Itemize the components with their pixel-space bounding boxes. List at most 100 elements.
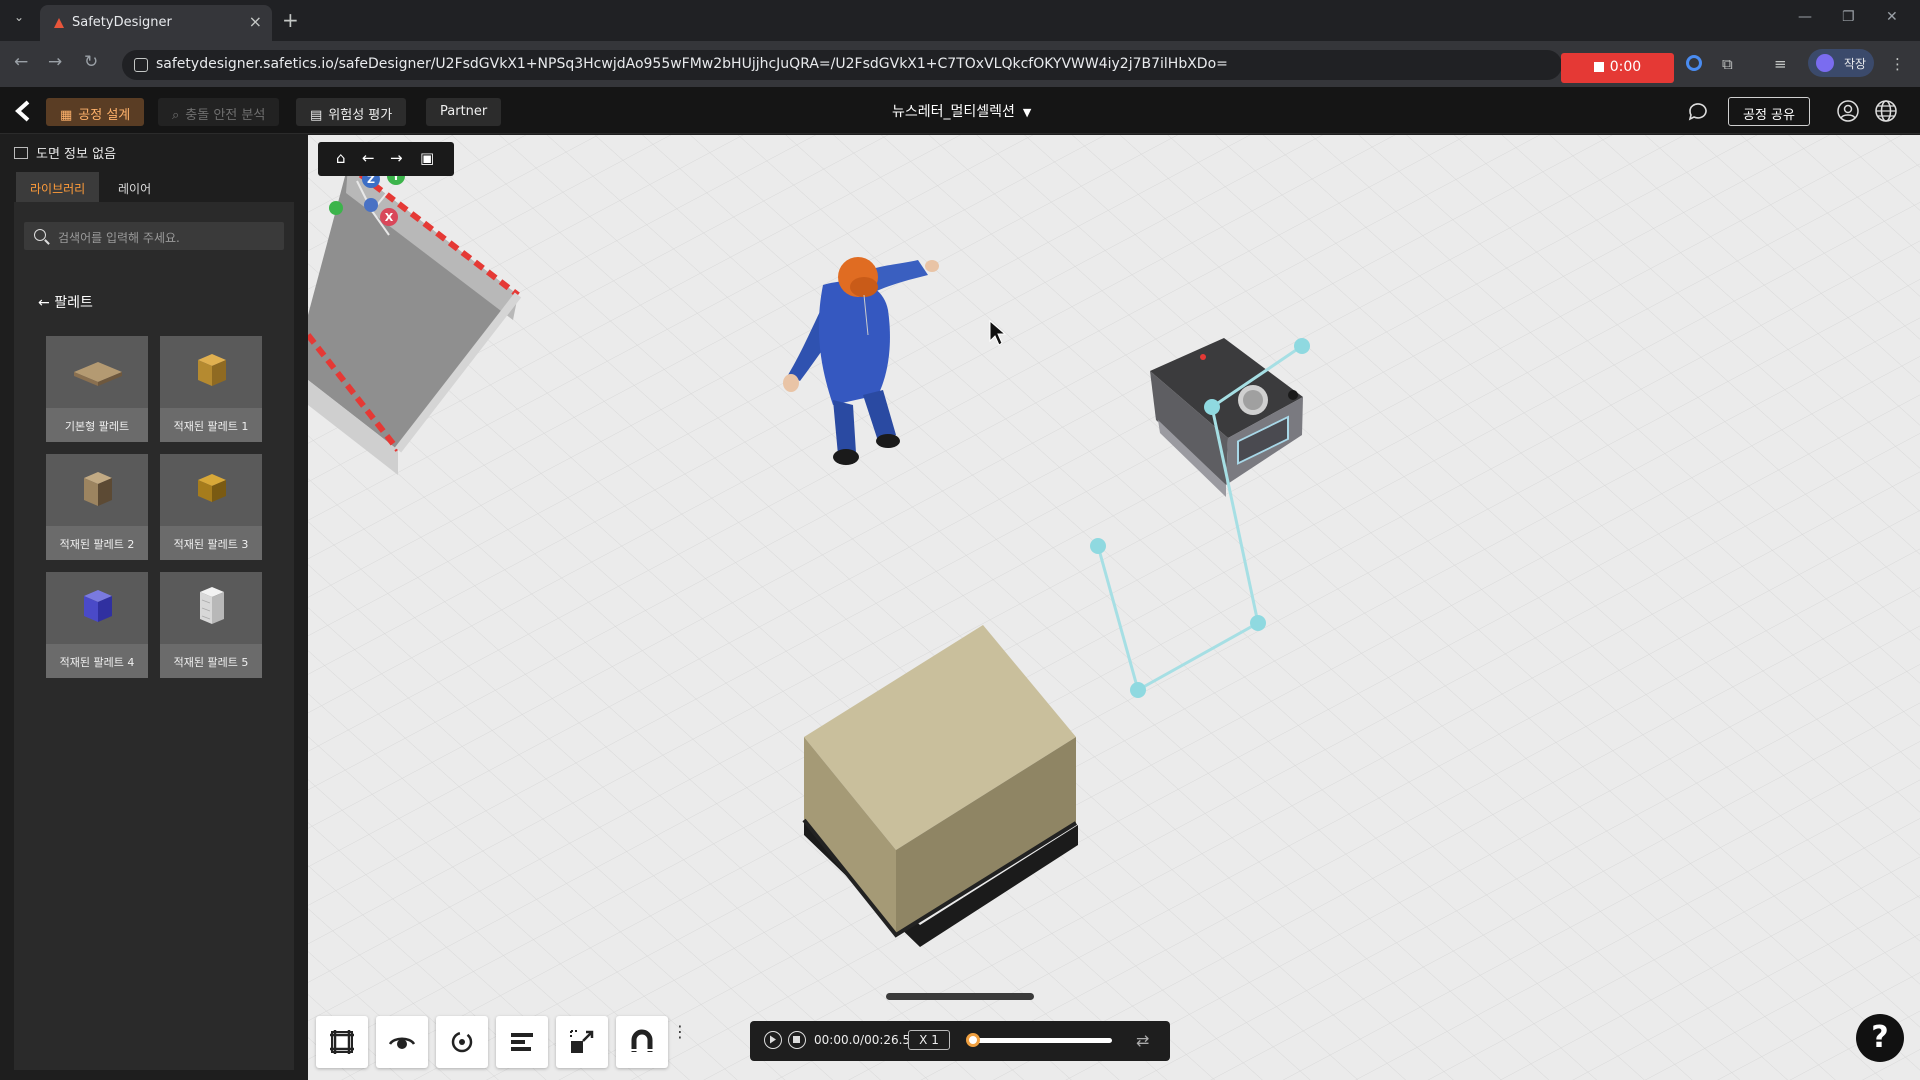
library-item-loaded-pallet-3[interactable]: 적재된 팔레트 3: [160, 454, 262, 560]
restore-icon[interactable]: ❐: [1842, 9, 1855, 25]
grid-tool-button[interactable]: [316, 1016, 368, 1068]
browser-menu-icon[interactable]: ⋮: [1890, 55, 1905, 73]
address-bar[interactable]: safetydesigner.safetics.io/safeDesigner/…: [122, 50, 1562, 80]
browser-tab-title: SafetyDesigner: [72, 15, 172, 30]
category-back-button[interactable]: ← 팔레트: [38, 292, 93, 312]
chat-icon[interactable]: [1686, 99, 1710, 123]
new-tab-icon[interactable]: +: [282, 8, 299, 32]
extensions-puzzle-icon[interactable]: ⧉: [1722, 55, 1733, 73]
avatar: [1816, 54, 1834, 72]
library-item-label: 적재된 팔레트 5: [160, 644, 262, 678]
arrow-left-icon: ←: [38, 295, 50, 311]
loaded-pallet-thumbnail-icon: [46, 572, 148, 644]
play-icon[interactable]: [764, 1031, 782, 1049]
timeline-slider[interactable]: [972, 1038, 1112, 1043]
playback-speed-select[interactable]: X 1: [908, 1030, 950, 1050]
pallet-thumbnail-icon: [46, 336, 148, 408]
close-window-icon[interactable]: ✕: [1886, 9, 1898, 25]
library-item-loaded-pallet-4[interactable]: 적재된 팔레트 4: [46, 572, 148, 678]
profile-button[interactable]: 작장: [1808, 49, 1874, 77]
tab-process-design[interactable]: ▦ 공정 설계: [46, 98, 145, 126]
chevron-down-icon: ▼: [1022, 106, 1032, 119]
tab-label: Partner: [440, 104, 488, 119]
minimize-icon[interactable]: —: [1798, 9, 1812, 25]
reload-icon[interactable]: ↻: [84, 52, 98, 72]
playback-time: 00:00.0/00:26.5: [814, 1033, 911, 1047]
tab-partner[interactable]: Partner: [426, 98, 502, 126]
loaded-pallet-thumbnail-icon: [160, 572, 262, 644]
library-item-label: 기본형 팔레트: [46, 408, 148, 442]
loop-icon[interactable]: ⇄: [1136, 1031, 1149, 1050]
tab-label: 공정 설계: [78, 108, 131, 123]
user-icon[interactable]: [1836, 99, 1860, 123]
home-icon[interactable]: ⌂: [336, 149, 346, 167]
stop-icon: [1593, 62, 1604, 72]
media-control-icon[interactable]: ≡: [1774, 55, 1787, 73]
floorplan-icon: [14, 147, 28, 159]
path-waypoint[interactable]: [1090, 538, 1106, 554]
view-toolbar: ⌂ ← → ▣: [318, 142, 454, 176]
path-waypoint[interactable]: [1250, 615, 1266, 631]
recording-button[interactable]: 0:00: [1561, 53, 1674, 83]
tab-layers[interactable]: 레이어: [104, 172, 165, 202]
category-title: 팔레트: [54, 295, 93, 311]
browser-tab[interactable]: SafetyDesigner ×: [40, 5, 272, 41]
path-waypoint[interactable]: [1204, 399, 1220, 415]
back-icon[interactable]: ←: [14, 52, 28, 72]
library-item-basic-pallet[interactable]: 기본형 팔레트: [46, 336, 148, 442]
magnet-icon: [631, 1029, 653, 1052]
path-waypoint[interactable]: [1130, 682, 1146, 698]
globe-icon[interactable]: [1874, 99, 1898, 123]
tab-collision-analysis[interactable]: ⌕ 충돌 안전 분석: [158, 98, 280, 126]
snap-tool-button[interactable]: [616, 1016, 668, 1068]
rotate-icon: [451, 1031, 473, 1053]
profile-label: 작장: [1844, 57, 1867, 71]
tab-label: 위험성 평가: [328, 108, 393, 123]
project-selector[interactable]: 뉴스레터_멀티셀렉션 ▼: [892, 101, 1031, 121]
scale-tool-button[interactable]: [556, 1016, 608, 1068]
forward-icon[interactable]: →: [48, 52, 62, 72]
library-item-loaded-pallet-5[interactable]: 적재된 팔레트 5: [160, 572, 262, 678]
loaded-pallet-thumbnail-icon: [46, 454, 148, 526]
tab-risk-assessment[interactable]: ▤ 위험성 평가: [296, 98, 407, 126]
url-text: safetydesigner.safetics.io/safeDesigner/…: [156, 56, 1228, 72]
search-icon: [34, 229, 46, 241]
search-icon: ⌕: [172, 108, 180, 123]
plan-info[interactable]: 도면 정보 없음: [14, 143, 116, 162]
scene-canvas[interactable]: Z Y X: [308, 135, 1920, 1080]
timeline-player: 00:00.0/00:26.5 X 1 ⇄: [750, 1021, 1170, 1061]
tab-library[interactable]: 라이브러리: [16, 172, 100, 202]
site-info-icon[interactable]: [134, 58, 148, 72]
document-icon: ▤: [310, 108, 323, 123]
search-placeholder: 검색어를 입력해 주세요.: [58, 231, 180, 245]
align-left-icon: [511, 1033, 533, 1051]
redo-icon[interactable]: →: [390, 149, 403, 167]
scale-icon: [570, 1030, 594, 1053]
align-tool-button[interactable]: [496, 1016, 548, 1068]
tab-label: 충돌 안전 분석: [185, 108, 266, 123]
share-process-button[interactable]: 공정 공유: [1728, 97, 1810, 126]
library-item-label: 적재된 팔레트 1: [160, 408, 262, 442]
library-item-label: 적재된 팔레트 4: [46, 644, 148, 678]
save-icon[interactable]: ▣: [420, 149, 434, 167]
library-item-loaded-pallet-2[interactable]: 적재된 팔레트 2: [46, 454, 148, 560]
grid-icon: [330, 1030, 354, 1054]
recording-time: 0:00: [1609, 59, 1642, 75]
rotate-tool-button[interactable]: [436, 1016, 488, 1068]
3d-viewport[interactable]: Z Y X: [308, 135, 1920, 1080]
view-tool-button[interactable]: [376, 1016, 428, 1068]
close-tab-icon[interactable]: ×: [249, 12, 262, 31]
search-input[interactable]: 검색어를 입력해 주세요.: [24, 222, 284, 250]
safetydesigner-favicon-icon: [54, 18, 64, 28]
path-waypoint[interactable]: [1294, 338, 1310, 354]
tab-search-icon[interactable]: ⌄: [10, 10, 28, 28]
extension-icon[interactable]: [1686, 55, 1702, 71]
stop-icon[interactable]: [788, 1031, 806, 1049]
library-item-loaded-pallet-1[interactable]: 적재된 팔레트 1: [160, 336, 262, 442]
undo-icon[interactable]: ←: [362, 149, 375, 167]
help-button[interactable]: ?: [1856, 1014, 1904, 1062]
more-tools-icon[interactable]: ⋮: [672, 1022, 688, 1041]
library-item-label: 적재된 팔레트 3: [160, 526, 262, 560]
timeline-slider-handle[interactable]: [966, 1033, 980, 1047]
app-logo-icon[interactable]: [14, 100, 34, 122]
